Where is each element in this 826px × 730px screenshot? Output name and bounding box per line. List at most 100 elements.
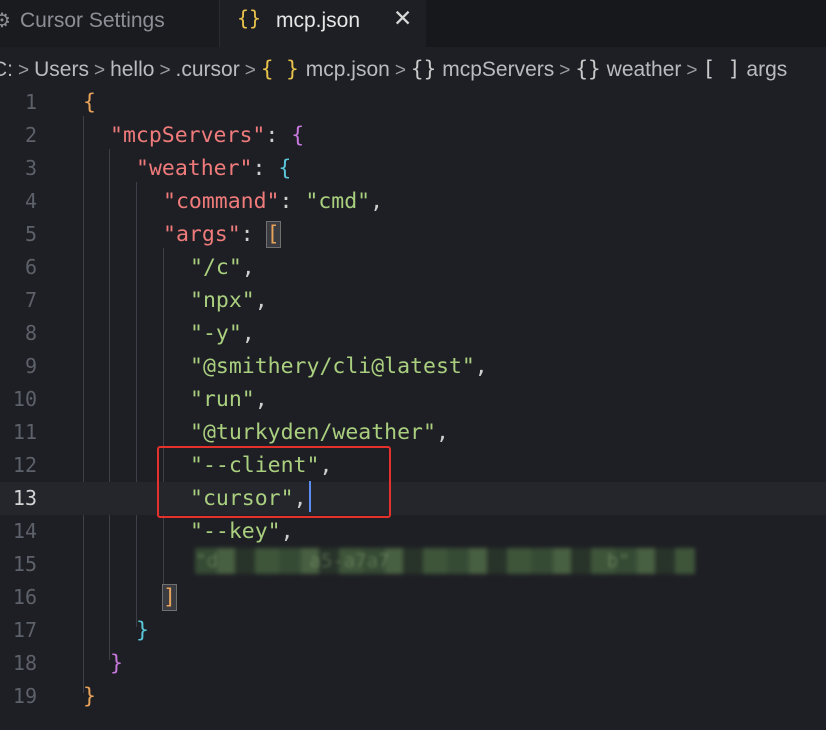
line-number: 4 [24, 189, 37, 213]
brace: } [110, 651, 123, 676]
line-number: 9 [24, 354, 37, 378]
brace: { [291, 123, 305, 148]
code-line: 3 "weather": { [0, 152, 826, 185]
colon: : [265, 123, 292, 148]
tab-mcp-json[interactable]: {} mcp.json ✕ [220, 0, 426, 47]
json-string: "@smithery/cli@latest" [190, 354, 475, 379]
line-number: 5 [24, 222, 37, 246]
comma: , [474, 354, 488, 379]
chevron-right-icon: > [18, 60, 30, 81]
line-number: 19 [12, 684, 37, 708]
code-line: 10 "run", [0, 383, 826, 416]
line-number: 14 [12, 519, 37, 543]
breadcrumb-item-mcp-json[interactable]: { } mcp.json [261, 50, 390, 88]
tab-bar: ⚙ Cursor Settings {} mcp.json ✕ [0, 0, 826, 47]
object-icon: {} [575, 57, 601, 81]
code-editor[interactable]: 1{ 2 "mcpServers": { 3 "weather": { 4 "comm… [0, 86, 826, 730]
chevron-right-icon: > [394, 60, 406, 81]
code-line: 1{ [0, 86, 826, 119]
line-number: 17 [12, 618, 37, 642]
bracket: [ [265, 221, 281, 248]
line-number: 1 [24, 90, 37, 114]
code-line: 2 "mcpServers": { [0, 119, 826, 152]
code-line: 12 "--client", [0, 449, 826, 482]
line-number: 12 [12, 453, 37, 477]
code-line: 9 "@smithery/cli@latest", [0, 350, 826, 383]
colon: : [252, 156, 279, 181]
chevron-right-icon: > [559, 60, 571, 81]
code-line-current: 13 "cursor", [0, 482, 826, 515]
line-number: 2 [24, 123, 37, 147]
code-line: 6 "/c", [0, 251, 826, 284]
brace: } [83, 684, 96, 709]
code-line: 18} [0, 647, 826, 680]
line-number: 6 [24, 255, 37, 279]
breadcrumb-label: mcpServers [442, 58, 555, 81]
breadcrumb-item-users[interactable]: Users [34, 51, 89, 88]
json-string: "cmd" [305, 189, 371, 214]
annotation-highlight-box [157, 446, 391, 518]
line-number: 10 [12, 387, 37, 411]
json-key: "weather" [136, 156, 253, 181]
code-line: 8 "-y", [0, 317, 826, 350]
breadcrumb-label: args [746, 58, 788, 81]
colon: : [279, 189, 306, 214]
line-number: 3 [24, 156, 37, 180]
line-number: 13 [12, 486, 37, 510]
breadcrumb-item-mcpservers[interactable]: {} mcpServers [411, 50, 554, 88]
line-number: 8 [24, 321, 37, 345]
code-line: 14 "--key", [0, 515, 826, 548]
code-line: 5 "args": [ [0, 218, 826, 251]
comma: , [435, 420, 449, 445]
array-icon: [ ] [702, 57, 741, 81]
tab-label: Cursor Settings [20, 9, 165, 32]
brace: { [83, 90, 96, 115]
json-string: "run" [190, 387, 255, 412]
code-line: 4 "command": "cmd", [0, 185, 826, 218]
chevron-right-icon: > [93, 60, 106, 81]
braces-icon: {} [237, 6, 262, 30]
tab-label: mcp.json [276, 9, 361, 32]
line-number: 16 [12, 585, 37, 609]
tab-cursor-settings[interactable]: ⚙ Cursor Settings [0, 0, 220, 47]
line-number: 7 [24, 288, 37, 312]
json-key: "mcpServers" [110, 123, 266, 148]
comma: , [254, 288, 268, 313]
chevron-right-icon: > [159, 60, 171, 81]
redacted-text: "d a5-a7a7 b" [195, 550, 630, 572]
breadcrumb-item-weather[interactable]: {} weather [575, 50, 681, 88]
json-string: "-y" [190, 321, 242, 346]
settings-icon: ⚙ [0, 10, 11, 32]
line-number: 15 [12, 552, 37, 576]
comma: , [241, 255, 255, 280]
breadcrumb: C:>Users>hello>.cursor>{ }mcp.json>{}mcp… [0, 50, 826, 88]
code-line: 17} [0, 614, 826, 647]
breadcrumb-label: weather [606, 58, 682, 81]
code-line: 19} [0, 680, 826, 713]
breadcrumb-item-drive[interactable]: C: [0, 51, 13, 88]
json-string: "npx" [190, 288, 255, 313]
line-number: 11 [12, 420, 37, 444]
chevron-right-icon: > [686, 60, 698, 81]
code-line: 7 "npx", [0, 284, 826, 317]
json-string: "@turkyden/weather" [190, 420, 436, 445]
comma: , [254, 387, 268, 412]
code-line: 16] [0, 581, 826, 614]
line-number: 18 [12, 651, 37, 675]
chevron-right-icon: > [244, 60, 256, 81]
comma: , [241, 321, 255, 346]
object-icon: {} [410, 57, 437, 81]
breadcrumb-item-cursor[interactable]: .cursor [176, 51, 240, 88]
comma: , [370, 189, 384, 214]
breadcrumb-item-args[interactable]: [ ] args [702, 50, 787, 88]
json-string: "--key" [190, 519, 281, 544]
comma: , [280, 519, 294, 544]
json-key: "command" [163, 189, 280, 214]
close-icon[interactable]: ✕ [393, 5, 412, 32]
json-string: "/c" [190, 255, 242, 280]
brace: } [136, 618, 149, 643]
code-line: 11 "@turkyden/weather", [0, 416, 826, 449]
breadcrumb-item-hello[interactable]: hello [110, 51, 154, 88]
bracket: ] [162, 584, 177, 611]
braces-icon: { } [260, 57, 299, 81]
